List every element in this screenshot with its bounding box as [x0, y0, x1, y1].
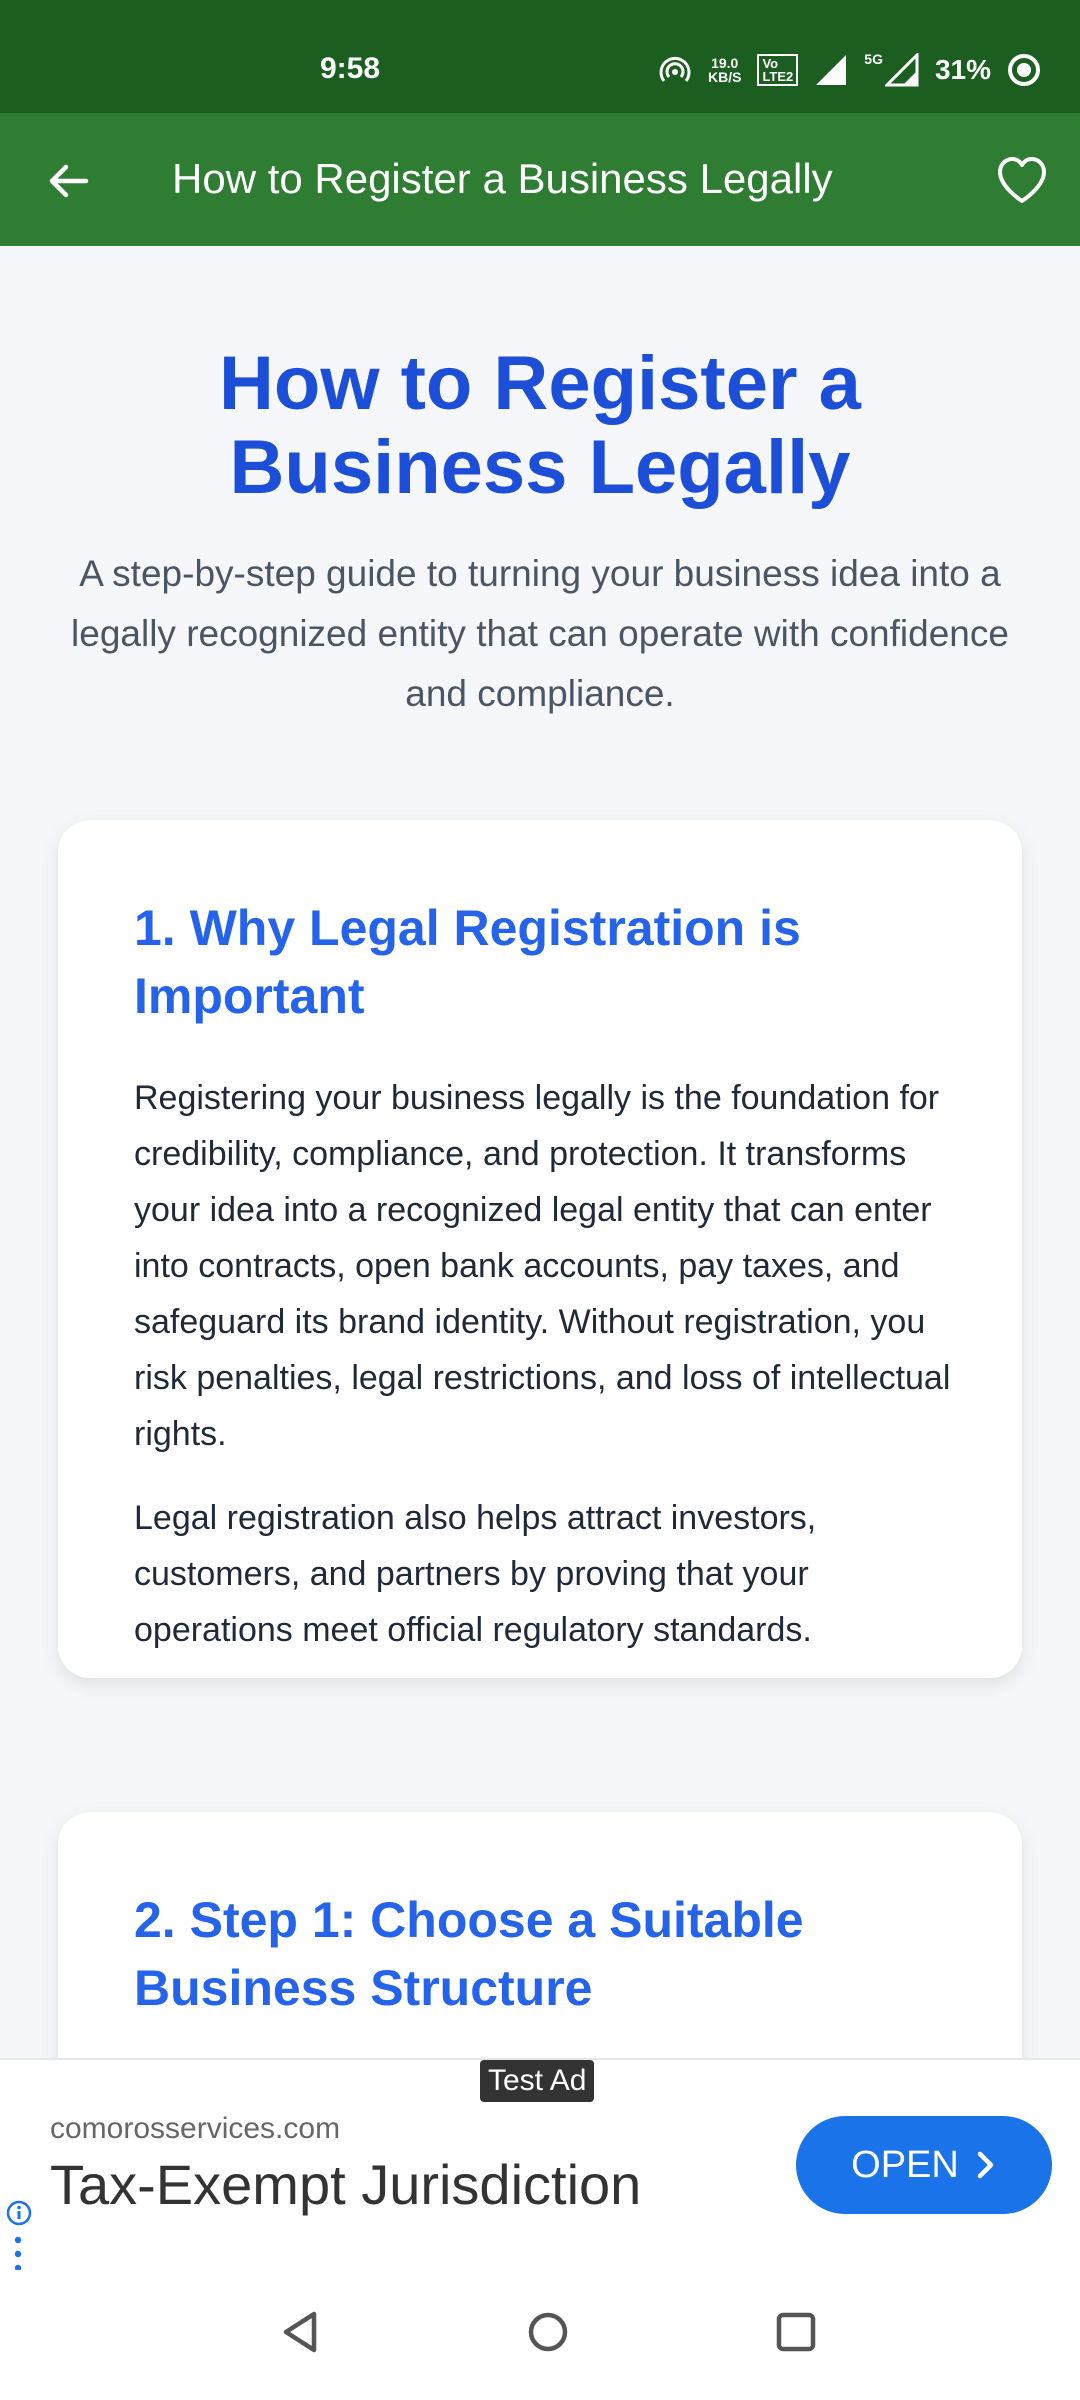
arrow-left-icon[interactable] [40, 153, 96, 209]
ad-open-button[interactable]: OPEN [796, 2116, 1052, 2214]
status-icons: 19.0 KB/S Vo LTE2 5G 31% [658, 50, 1041, 90]
app-bar-title: How to Register a Business Legally [172, 155, 833, 202]
battery-percent: 31% [934, 54, 992, 85]
info-icon[interactable] [6, 2200, 32, 2226]
more-options-icon[interactable] [14, 2236, 22, 2272]
triangle-back-icon[interactable] [270, 2302, 330, 2362]
signal-5g-icon [884, 53, 919, 87]
square-recents-icon[interactable] [766, 2302, 826, 2362]
ad-banner[interactable]: Test Ad comorosservices.com Tax-Exempt J… [0, 2058, 1080, 2274]
article-content[interactable]: How to Register a Business Legally A ste… [0, 246, 1080, 2058]
section-card: 1. Why Legal Registration is Important R… [58, 820, 1022, 1678]
network-type: 5G [864, 51, 883, 67]
section-card: 2. Step 1: Choose a Suitable Business St… [58, 1812, 1022, 2058]
article-subtitle: A step-by-step guide to turning your bus… [71, 553, 1009, 714]
article-title: How to Register a Business Legally [219, 341, 861, 510]
section-paragraph: Legal registration also helps attract in… [134, 1499, 817, 1649]
status-time: 9:58 [320, 52, 381, 85]
chevron-right-icon [977, 2151, 994, 2179]
section-heading: 2. Step 1: Choose a Suitable Business St… [134, 1892, 804, 2016]
app-bar: How to Register a Business Legally [0, 113, 1080, 246]
ad-open-label: OPEN [851, 2143, 959, 2186]
status-bar: 9:58 19.0 KB/S Vo LTE2 5G 31% [0, 0, 1080, 113]
section-heading: 1. Why Legal Registration is Important [134, 900, 801, 1024]
volte-badge: Vo LTE2 [757, 54, 799, 86]
ad-headline[interactable]: Tax-Exempt Jurisdiction [50, 2152, 641, 2217]
signal-icon [816, 55, 847, 85]
battery-saver-icon [1008, 54, 1041, 86]
ad-label: Test Ad [480, 2060, 595, 2102]
section-paragraph: Registering your business legally is the… [134, 1079, 951, 1453]
circle-home-icon[interactable] [518, 2302, 578, 2362]
ad-domain: comorosservices.com [50, 2112, 341, 2145]
heart-outline-icon[interactable] [996, 155, 1048, 207]
hotspot-icon [659, 56, 691, 82]
network-speed: 19.0 KB/S [708, 55, 742, 85]
system-nav-bar [0, 2270, 1080, 2400]
